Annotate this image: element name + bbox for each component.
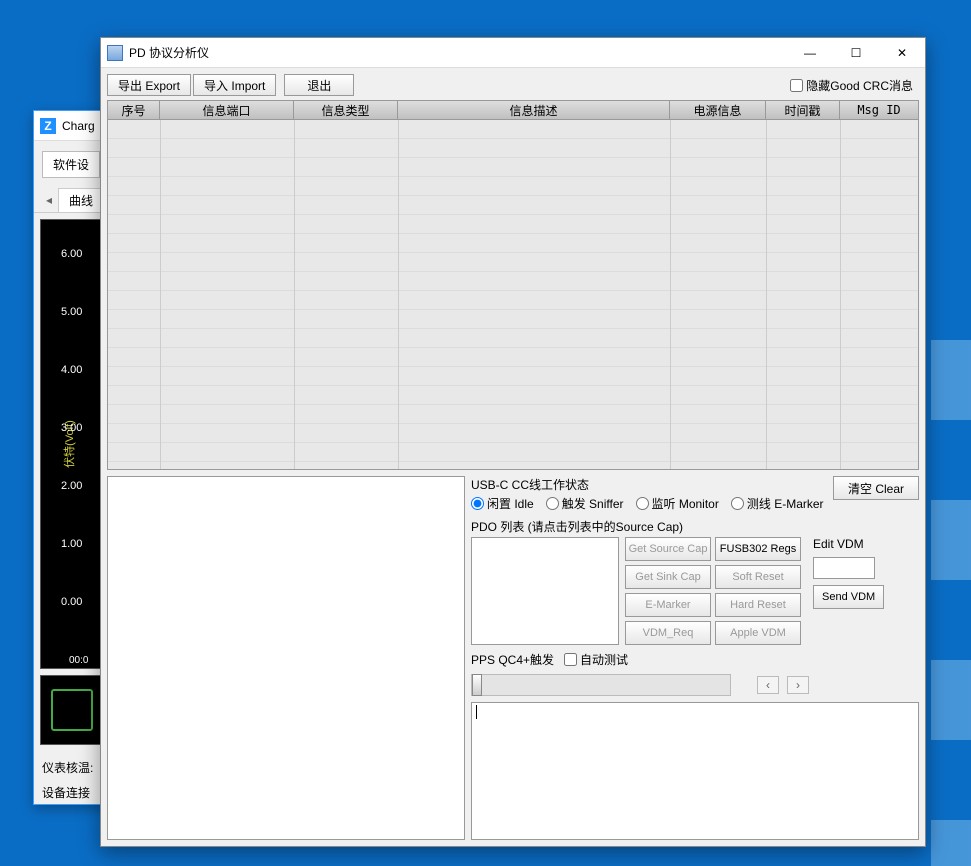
hard-reset-button[interactable]: Hard Reset — [715, 593, 801, 617]
edit-vdm-input[interactable] — [813, 557, 875, 579]
pdo-button-grid: Get Source Cap FUSB302 Regs Get Sink Cap… — [625, 537, 801, 645]
col-power[interactable]: 电源信息 — [670, 101, 766, 119]
apple-vdm-button[interactable]: Apple VDM — [715, 621, 801, 645]
auto-test-label: 自动测试 — [580, 651, 628, 668]
clear-button[interactable]: 清空 Clear — [833, 476, 919, 500]
hide-crc-input[interactable] — [790, 79, 803, 92]
bg-tick: 5.00 — [61, 306, 82, 318]
bg-tab-curve[interactable]: 曲线 — [58, 188, 104, 212]
app-icon — [107, 45, 123, 61]
radio-idle-input[interactable] — [471, 497, 484, 510]
maximize-button[interactable]: ☐ — [833, 38, 879, 67]
vdm-req-button[interactable]: VDM_Req — [625, 621, 711, 645]
bg-gauge-icon — [51, 689, 93, 731]
cc-radio-row: 闲置 Idle 触发 Sniffer 监听 Monitor 测线 E-Marke… — [471, 495, 833, 512]
bg-app-icon: Z — [40, 118, 56, 134]
bg-title-text: Charg — [62, 119, 95, 133]
log-textarea[interactable] — [471, 702, 919, 840]
export-button[interactable]: 导出 Export — [107, 74, 191, 96]
pdo-label: PDO 列表 (请点击列表中的Source Cap) — [471, 518, 919, 535]
radio-monitor[interactable]: 监听 Monitor — [636, 495, 719, 512]
table-header: 序号 信息端口 信息类型 信息描述 电源信息 时间戳 Msg ID — [107, 100, 919, 120]
exit-button[interactable]: 退出 — [284, 74, 354, 96]
radio-monitor-input[interactable] — [636, 497, 649, 510]
cc-group-label: USB-C CC线工作状态 — [471, 476, 833, 493]
pps-prev-button[interactable]: ‹ — [757, 676, 779, 694]
vdm-column: Edit VDM Send VDM — [813, 537, 884, 645]
col-seq[interactable]: 序号 — [108, 101, 160, 119]
radio-sniffer[interactable]: 触发 Sniffer — [546, 495, 624, 512]
col-type[interactable]: 信息类型 — [294, 101, 398, 119]
col-port[interactable]: 信息端口 — [160, 101, 294, 119]
detail-textarea[interactable] — [107, 476, 465, 840]
radio-sniffer-input[interactable] — [546, 497, 559, 510]
bg-xlabel: 00:0 — [69, 655, 88, 666]
fusb302-regs-button[interactable]: FUSB302 Regs — [715, 537, 801, 561]
bg-tick: 4.00 — [61, 364, 82, 376]
get-source-cap-button[interactable]: Get Source Cap — [625, 537, 711, 561]
titlebar: PD 协议分析仪 — ☐ ✕ — [101, 38, 925, 68]
pd-analyzer-window: PD 协议分析仪 — ☐ ✕ 导出 Export 导入 Import 退出 隐藏… — [100, 37, 926, 847]
pps-slider-thumb[interactable] — [472, 674, 482, 696]
col-desc[interactable]: 信息描述 — [398, 101, 670, 119]
bg-settings-button[interactable]: 软件设 — [42, 151, 100, 178]
text-caret — [476, 705, 477, 719]
pps-row: PPS QC4+触发 自动测试 — [471, 651, 919, 668]
minimize-button[interactable]: — — [787, 38, 833, 67]
toolbar: 导出 Export 导入 Import 退出 隐藏Good CRC消息 — [101, 68, 925, 100]
hide-crc-label: 隐藏Good CRC消息 — [806, 77, 913, 94]
hide-crc-checkbox[interactable]: 隐藏Good CRC消息 — [790, 77, 913, 94]
bg-tick: 3.00 — [61, 422, 82, 434]
bg-tab-prev[interactable]: ◂ — [40, 193, 58, 207]
pps-slider[interactable] — [471, 674, 731, 696]
soft-reset-button[interactable]: Soft Reset — [715, 565, 801, 589]
pdo-section-wrap: PDO 列表 (请点击列表中的Source Cap) Get Source Ca… — [471, 518, 919, 645]
emarker-button[interactable]: E-Marker — [625, 593, 711, 617]
auto-test-input[interactable] — [564, 653, 577, 666]
auto-test-checkbox[interactable]: 自动测试 — [564, 651, 628, 668]
bg-tick: 1.00 — [61, 538, 82, 550]
radio-idle[interactable]: 闲置 Idle — [471, 495, 534, 512]
bg-tick: 0.00 — [61, 596, 82, 608]
bg-tick: 6.00 — [61, 248, 82, 260]
edit-vdm-label: Edit VDM — [813, 537, 884, 551]
import-button[interactable]: 导入 Import — [193, 74, 276, 96]
col-time[interactable]: 时间戳 — [766, 101, 840, 119]
radio-emarker-input[interactable] — [731, 497, 744, 510]
get-sink-cap-button[interactable]: Get Sink Cap — [625, 565, 711, 589]
window-title: PD 协议分析仪 — [129, 44, 787, 61]
table-body[interactable] — [107, 120, 919, 470]
radio-emarker[interactable]: 测线 E-Marker — [731, 495, 824, 512]
pps-slider-row: ‹ › — [471, 674, 919, 696]
left-panel — [107, 476, 465, 840]
pps-label: PPS QC4+触发 — [471, 651, 554, 668]
right-panel: USB-C CC线工作状态 闲置 Idle 触发 Sniffer 监听 Moni… — [471, 476, 919, 840]
col-msgid[interactable]: Msg ID — [840, 101, 918, 119]
close-button[interactable]: ✕ — [879, 38, 925, 67]
pps-next-button[interactable]: › — [787, 676, 809, 694]
pdo-list[interactable] — [471, 537, 619, 645]
send-vdm-button[interactable]: Send VDM — [813, 585, 884, 609]
bg-tick: 2.00 — [61, 480, 82, 492]
